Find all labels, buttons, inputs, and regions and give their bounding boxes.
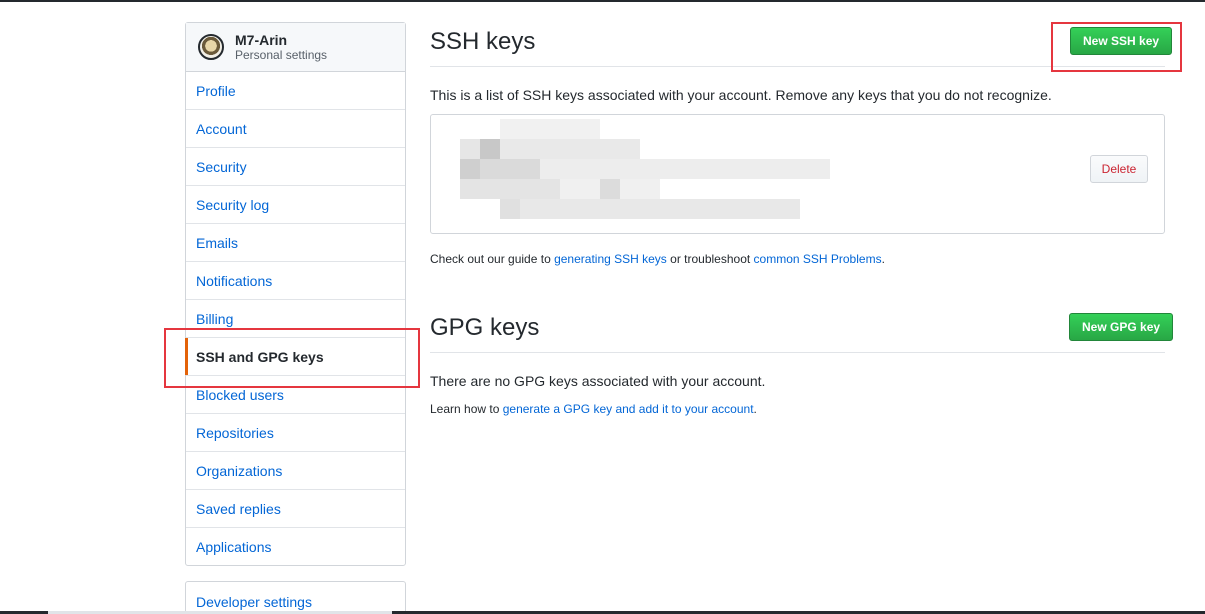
gpg-divider: [430, 352, 1165, 353]
highlight-ssh-gpg-keys-item: [164, 328, 420, 388]
gpg-empty-text: There are no GPG keys associated with yo…: [430, 373, 766, 389]
ssh-guide-suffix: .: [881, 252, 885, 266]
sidebar-item-emails[interactable]: Emails: [186, 224, 405, 262]
ssh-keys-title: SSH keys: [430, 28, 536, 55]
sidebar-item-developer-settings[interactable]: Developer settings: [186, 582, 405, 614]
ssh-description: This is a list of SSH keys associated wi…: [430, 87, 1052, 103]
new-gpg-key-button[interactable]: New GPG key: [1069, 313, 1174, 341]
sidebar-header: M7-Arin Personal settings: [186, 23, 405, 72]
user-subtitle: Personal settings: [235, 48, 328, 62]
sidebar-item-saved-replies[interactable]: Saved replies: [186, 490, 405, 528]
generate-gpg-key-link[interactable]: generate a GPG key and add it to your ac…: [503, 402, 754, 416]
sidebar-item-account[interactable]: Account: [186, 110, 405, 148]
sidebar-item-repositories[interactable]: Repositories: [186, 414, 405, 452]
ssh-guide-middle: or troubleshoot: [666, 252, 754, 266]
sidebar-item-organizations[interactable]: Organizations: [186, 452, 405, 490]
sidebar-item-security[interactable]: Security: [186, 148, 405, 186]
user-name[interactable]: M7-Arin: [235, 32, 327, 48]
avatar[interactable]: [198, 34, 224, 60]
gpg-keys-title: GPG keys: [430, 314, 540, 341]
sidebar-item-applications[interactable]: Applications: [186, 528, 405, 566]
sidebar-item-profile[interactable]: Profile: [186, 72, 405, 110]
ssh-guide-text: Check out our guide to generating SSH ke…: [430, 252, 885, 266]
settings-sidebar: M7-Arin Personal settings Profile Accoun…: [185, 22, 406, 566]
delete-ssh-key-button[interactable]: Delete: [1090, 155, 1148, 183]
sidebar-item-notifications[interactable]: Notifications: [186, 262, 405, 300]
sidebar-item-security-log[interactable]: Security log: [186, 186, 405, 224]
highlight-new-ssh-key: [1051, 22, 1182, 72]
gpg-learn-suffix: .: [753, 402, 757, 416]
common-ssh-problems-link[interactable]: common SSH Problems: [754, 252, 882, 266]
ssh-guide-prefix: Check out our guide to: [430, 252, 555, 266]
generating-ssh-keys-link[interactable]: generating SSH keys: [554, 252, 667, 266]
developer-sidebar: Developer settings: [185, 581, 406, 614]
gpg-learn-prefix: Learn how to: [430, 402, 503, 416]
top-border: [0, 0, 1205, 2]
gpg-learn-text: Learn how to generate a GPG key and add …: [430, 402, 757, 416]
